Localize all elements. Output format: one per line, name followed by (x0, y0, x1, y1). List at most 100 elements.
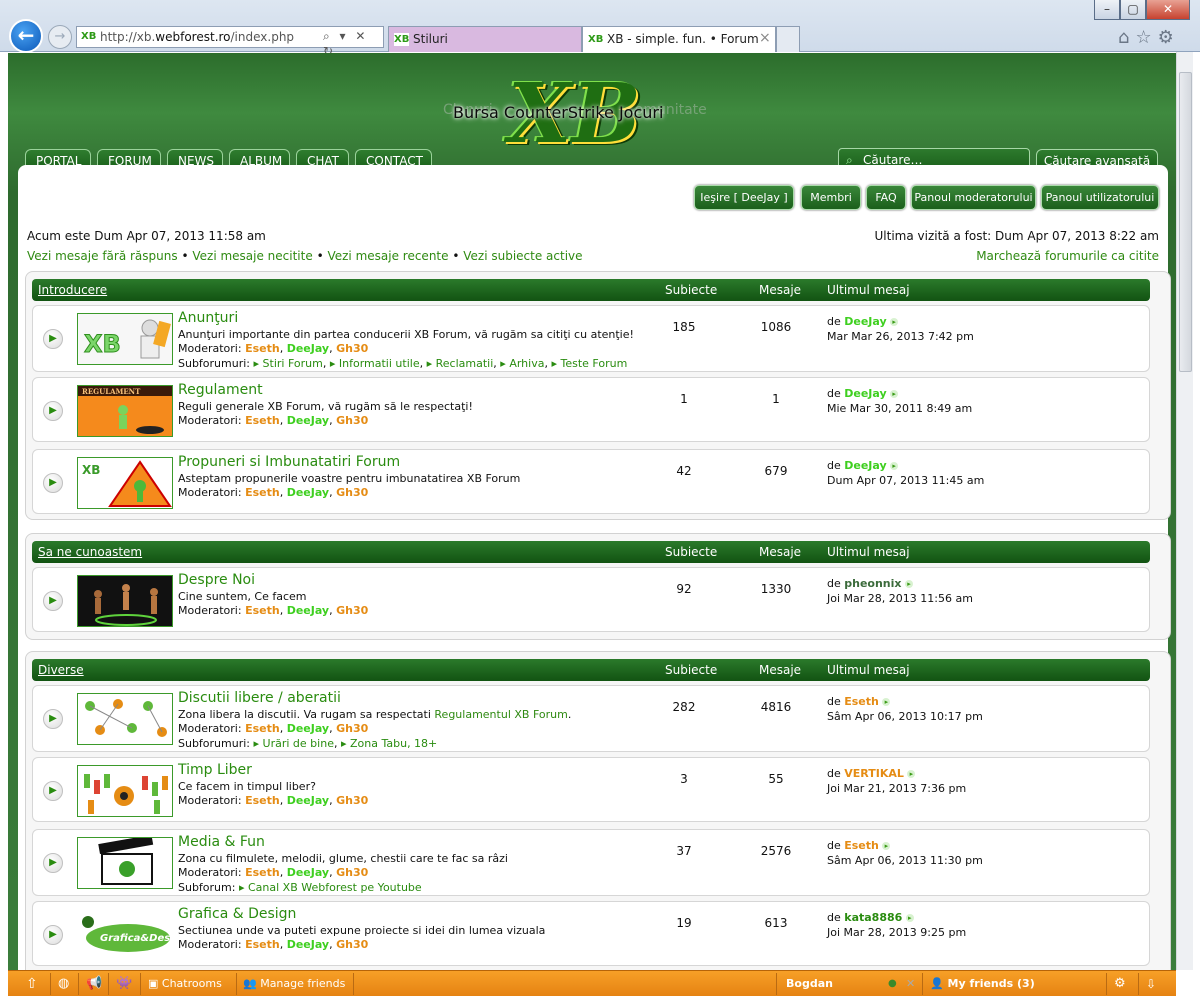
forum-title[interactable]: Regulament (178, 382, 263, 398)
home-icon[interactable]: ⌂ (1118, 27, 1135, 48)
moderator-link[interactable]: DeeJay (287, 604, 329, 617)
category-title[interactable]: Diverse (38, 659, 84, 681)
close-icon[interactable]: ✕ (906, 974, 915, 994)
moderator-link[interactable]: DeeJay (287, 414, 329, 427)
forum-thumbnail[interactable] (77, 575, 173, 627)
subforum-link[interactable]: ▸ Canal XB Webforest pe Youtube (239, 881, 422, 894)
vertical-scrollbar[interactable] (1176, 52, 1193, 970)
forum-title[interactable]: Propuneri si Imbunatatiri Forum (178, 454, 400, 470)
link-recent[interactable]: Vezi mesaje recente (327, 249, 448, 263)
forum-thumbnail[interactable]: XB (77, 457, 173, 509)
moderator-link[interactable]: Gh30 (336, 794, 368, 807)
new-tab-button[interactable] (776, 26, 800, 52)
moderator-link[interactable]: Eseth (245, 866, 280, 879)
tab-stiluri[interactable]: XB Stiluri (388, 26, 582, 52)
last-post-user[interactable]: DeeJay (844, 315, 886, 328)
last-post-user[interactable]: DeeJay (844, 459, 886, 472)
moderator-link[interactable]: Eseth (245, 414, 280, 427)
moderator-link[interactable]: Eseth (245, 794, 280, 807)
star-icon[interactable]: ☆ (1135, 27, 1157, 48)
gear-icon[interactable]: ⚙ (1158, 27, 1180, 48)
moderator-link[interactable]: Eseth (245, 486, 280, 499)
subforum-link[interactable]: ▸ Stiri Forum (254, 357, 323, 370)
view-latest-icon[interactable]: ▸ (882, 842, 891, 850)
moderator-link[interactable]: DeeJay (287, 866, 329, 879)
forum-title[interactable]: Anunţuri (178, 310, 238, 326)
forum-title[interactable]: Grafica & Design (178, 906, 296, 922)
faq-button[interactable]: FAQ (866, 185, 906, 210)
moderator-link[interactable]: DeeJay (287, 722, 329, 735)
arrow-up-icon[interactable]: ⇧ (26, 974, 38, 994)
current-user[interactable]: Bogdan (786, 974, 833, 994)
maximize-button[interactable]: ▢ (1120, 0, 1146, 20)
subforum-link[interactable]: ▸ Reclamatii (427, 357, 494, 370)
game-icon[interactable]: 👾 (116, 974, 132, 994)
moderator-link[interactable]: Eseth (245, 604, 280, 617)
moderator-link[interactable]: Gh30 (336, 722, 368, 735)
forum-thumbnail[interactable]: REGULAMENT (77, 385, 173, 437)
collapse-icon[interactable]: ⇩ (1146, 974, 1156, 994)
last-post-user[interactable]: DeeJay (844, 387, 886, 400)
settings-icon[interactable]: ⚙ (1114, 974, 1126, 994)
moderator-link[interactable]: Gh30 (336, 414, 368, 427)
moderator-link[interactable]: DeeJay (287, 486, 329, 499)
rules-link[interactable]: Regulamentul XB Forum (434, 708, 567, 721)
link-unanswered[interactable]: Vezi mesaje fără răspuns (27, 249, 178, 263)
moderator-link[interactable]: Gh30 (336, 938, 368, 951)
moderator-link[interactable]: DeeJay (287, 938, 329, 951)
back-button[interactable]: ← (9, 19, 43, 53)
status-online-icon[interactable]: ● (888, 974, 897, 994)
forum-thumbnail[interactable]: Grafica&Design (77, 909, 173, 961)
subforum-link[interactable]: ▸ Zona Tabu, 18+ (341, 737, 437, 750)
link-active[interactable]: Vezi subiecte active (463, 249, 582, 263)
close-window-button[interactable]: ✕ (1146, 0, 1190, 20)
chatrooms-button[interactable]: ▣ Chatrooms (148, 974, 222, 994)
minimize-button[interactable]: – (1094, 0, 1120, 20)
view-latest-icon[interactable]: ▸ (890, 462, 899, 470)
last-post-user[interactable]: VERTIKAL (844, 767, 904, 780)
globe-icon[interactable]: ◍ (58, 974, 69, 994)
last-post-user[interactable]: pheonnix (844, 577, 901, 590)
my-friends-button[interactable]: 👤 My friends (3) (930, 974, 1035, 994)
moderator-link[interactable]: Gh30 (336, 486, 368, 499)
moderator-link[interactable]: Gh30 (336, 342, 368, 355)
last-post-user[interactable]: Eseth (844, 839, 879, 852)
moderator-link[interactable]: Gh30 (336, 866, 368, 879)
forum-title[interactable]: Discutii libere / aberatii (178, 690, 341, 706)
moderator-link[interactable]: DeeJay (287, 794, 329, 807)
forum-title[interactable]: Media & Fun (178, 834, 265, 850)
view-latest-icon[interactable]: ▸ (890, 318, 899, 326)
scrollbar-thumb[interactable] (1179, 72, 1192, 372)
view-latest-icon[interactable]: ▸ (907, 770, 916, 778)
forum-thumbnail[interactable] (77, 837, 173, 889)
last-post-user[interactable]: Eseth (844, 695, 879, 708)
forum-thumbnail[interactable] (77, 693, 173, 745)
subforum-link[interactable]: ▸ Arhiva (500, 357, 544, 370)
forum-title[interactable]: Despre Noi (178, 572, 255, 588)
view-latest-icon[interactable]: ▸ (882, 698, 891, 706)
tab-xb-forum[interactable]: XB XB - simple. fun. • Forum × (582, 26, 776, 52)
moderator-link[interactable]: Eseth (245, 722, 280, 735)
category-title[interactable]: Introducere (38, 279, 107, 301)
view-latest-icon[interactable]: ▸ (890, 390, 899, 398)
logout-button[interactable]: Ieşire [ DeeJay ] (694, 185, 794, 210)
moderator-link[interactable]: Eseth (245, 342, 280, 355)
mark-forums-read[interactable]: Marchează forumurile ca citite (976, 249, 1159, 263)
moderator-link[interactable]: Eseth (245, 938, 280, 951)
address-bar[interactable]: XB http://xb.webforest.ro/index.php ⌕ ▾ … (76, 26, 384, 58)
last-post-user[interactable]: kata8886 (844, 911, 902, 924)
forward-button[interactable]: → (48, 25, 72, 49)
manage-friends-button[interactable]: 👥 Manage friends (243, 974, 345, 994)
subforum-link[interactable]: ▸ Informatii utile (330, 357, 420, 370)
moderator-link[interactable]: Gh30 (336, 604, 368, 617)
view-latest-icon[interactable]: ▸ (905, 580, 914, 588)
moderator-link[interactable]: DeeJay (287, 342, 329, 355)
view-latest-icon[interactable]: ▸ (905, 914, 914, 922)
category-title[interactable]: Sa ne cunoastem (38, 541, 142, 563)
forum-thumbnail[interactable]: XB (77, 313, 173, 365)
megaphone-icon[interactable]: 📢 (86, 974, 102, 994)
user-panel-button[interactable]: Panoul utilizatorului (1041, 185, 1159, 210)
link-unread[interactable]: Vezi mesaje necitite (192, 249, 312, 263)
forum-title[interactable]: Timp Liber (178, 762, 252, 778)
members-button[interactable]: Membri (801, 185, 861, 210)
